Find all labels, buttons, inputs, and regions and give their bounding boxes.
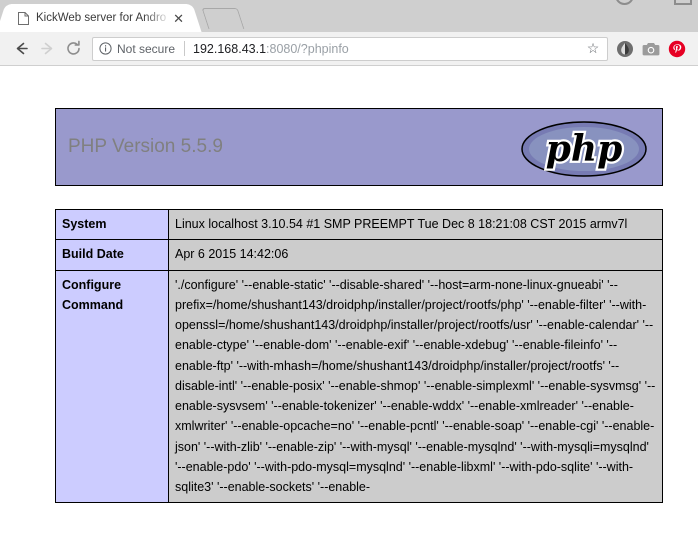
page-viewport: PHP Version 5.5.9 php php System Linux l… xyxy=(0,67,698,551)
phpinfo-table: System Linux localhost 3.10.54 #1 SMP PR… xyxy=(55,208,663,504)
omnibox-divider xyxy=(184,41,186,56)
back-arrow-icon xyxy=(13,40,30,57)
table-row: Configure Command './configure' '--enabl… xyxy=(55,269,663,504)
reload-arrow-icon xyxy=(65,40,82,57)
table-row: System Linux localhost 3.10.54 #1 SMP PR… xyxy=(55,208,663,241)
svg-text:php: php xyxy=(546,128,623,170)
table-row: Build Date Apr 6 2015 14:42:06 xyxy=(55,239,663,271)
row-value: Apr 6 2015 14:42:06 xyxy=(168,239,663,271)
extension-pinterest-icon[interactable] xyxy=(664,36,690,62)
address-bar[interactable]: Not secure 192.168.43.1:8080/?phpinfo ☆ xyxy=(92,36,608,61)
close-icon[interactable]: ✕ xyxy=(173,12,184,25)
forward-button[interactable] xyxy=(34,36,60,62)
browser-tab[interactable]: KickWeb server for Andro ✕ xyxy=(8,4,190,32)
window-controls xyxy=(615,0,692,5)
page-icon xyxy=(18,11,29,25)
row-value: Linux localhost 3.10.54 #1 SMP PREEMPT T… xyxy=(168,208,663,241)
php-logo-icon: php php xyxy=(520,115,648,183)
phpinfo-page: PHP Version 5.5.9 php php System Linux l… xyxy=(0,67,698,504)
window-minimize-or-restore-circle[interactable] xyxy=(615,0,634,5)
url-path: :8080/?phpinfo xyxy=(266,41,349,56)
security-status-label: Not secure xyxy=(117,41,176,56)
row-value: './configure' '--enable-static' '--disab… xyxy=(168,269,663,504)
row-label: System xyxy=(55,208,169,241)
bookmark-star-icon[interactable]: ☆ xyxy=(583,40,603,57)
new-tab-button[interactable] xyxy=(201,8,245,29)
info-circle-icon[interactable] xyxy=(99,42,112,55)
extension-camera-icon[interactable] xyxy=(638,36,664,62)
reload-button[interactable] xyxy=(60,36,86,62)
forward-arrow-icon xyxy=(39,40,56,57)
back-button[interactable] xyxy=(8,36,34,62)
browser-toolbar: Not secure 192.168.43.1:8080/?phpinfo ☆ xyxy=(0,32,698,66)
tab-strip: KickWeb server for Andro ✕ xyxy=(0,0,698,32)
url-text: 192.168.43.1:8080/?phpinfo xyxy=(193,42,583,56)
tab-title: KickWeb server for Andro xyxy=(36,12,167,24)
extension-dark-drop-icon[interactable] xyxy=(612,36,638,62)
browser-window: KickWeb server for Andro ✕ Not secure 19… xyxy=(0,0,698,551)
row-label: Build Date xyxy=(55,239,169,271)
php-version-banner: PHP Version 5.5.9 php php xyxy=(55,108,663,186)
url-host: 192.168.43.1 xyxy=(193,41,267,56)
php-version-label: PHP Version 5.5.9 xyxy=(68,136,223,157)
row-label: Configure Command xyxy=(55,269,169,504)
window-maximize-square[interactable] xyxy=(674,0,692,5)
